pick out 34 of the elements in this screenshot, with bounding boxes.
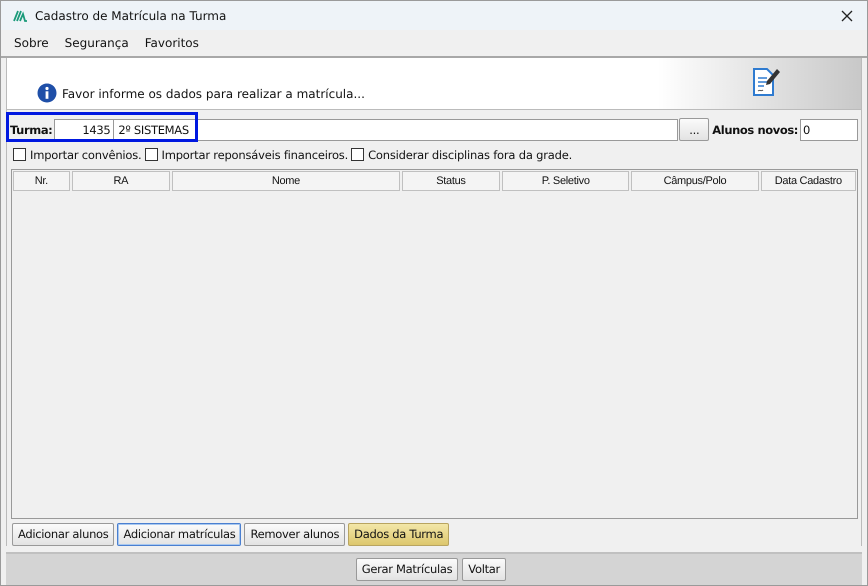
action-button[interactable]: Remover alunos: [244, 522, 346, 546]
new-students-field[interactable]: 0: [800, 118, 858, 141]
info-message: Favor informe os dados para realizar a matrícula...: [62, 86, 365, 103]
checkbox-label: Importar reponsáveis financeiros.: [162, 148, 348, 162]
column-header[interactable]: Nome: [172, 170, 400, 191]
checkbox[interactable]: [351, 148, 364, 162]
checkbox[interactable]: [13, 148, 26, 162]
checkbox[interactable]: [144, 148, 158, 162]
new-students-label: Alunos novos:: [712, 122, 798, 137]
column-header[interactable]: Câmpus/Polo: [631, 170, 759, 191]
action-button[interactable]: Adicionar matrículas: [117, 522, 242, 546]
footer-button[interactable]: Voltar: [462, 558, 506, 581]
column-header[interactable]: Nr.: [13, 170, 70, 191]
close-icon[interactable]: [841, 10, 853, 22]
column-header[interactable]: RA: [72, 170, 170, 191]
action-button[interactable]: Adicionar alunos: [12, 522, 114, 546]
class-data-button[interactable]: Dados da Turma: [348, 522, 450, 546]
window-title: Cadastro de Matrícula na Turma: [35, 8, 228, 23]
column-header[interactable]: Data Cadastro: [760, 170, 856, 191]
menu-item[interactable]: Favoritos: [144, 36, 199, 50]
column-header[interactable]: Status: [402, 170, 500, 191]
column-header[interactable]: P. Seletivo: [502, 170, 630, 191]
footer-button[interactable]: Gerar Matrículas: [356, 558, 458, 581]
browse-button[interactable]: ...: [679, 118, 710, 142]
info-icon: [37, 82, 57, 103]
menu-item[interactable]: Sobre: [14, 36, 49, 50]
document-pen-icon: [751, 66, 781, 97]
turma-name-field[interactable]: 2º SISTEMAS: [114, 118, 678, 141]
turma-code-field[interactable]: 1435: [54, 118, 114, 141]
checkbox-label: Importar convênios.: [30, 148, 142, 162]
turma-label: Turma:: [10, 122, 52, 137]
checkbox-label: Considerar disciplinas fora da grade.: [368, 148, 572, 162]
menu-item[interactable]: Segurança: [64, 36, 129, 50]
app-logo-icon: [13, 10, 27, 22]
